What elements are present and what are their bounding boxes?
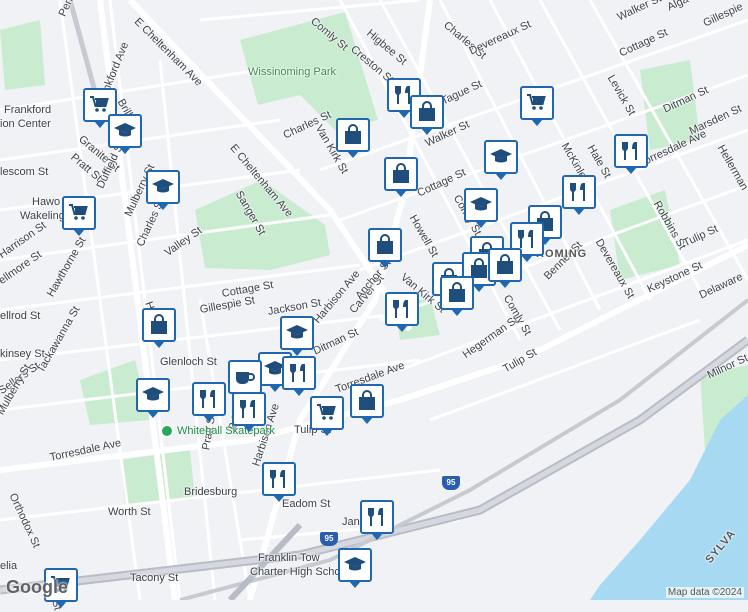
graduation-cap-icon[interactable] bbox=[136, 378, 170, 418]
graduation-cap-icon[interactable] bbox=[464, 188, 498, 228]
graduation-cap-icon[interactable] bbox=[484, 140, 518, 180]
skatepark-poi[interactable]: Whitehall Skatepark bbox=[160, 424, 275, 438]
shopping-bag-icon[interactable] bbox=[142, 308, 176, 348]
shopping-bag-icon[interactable] bbox=[488, 248, 522, 288]
shopping-bag-icon[interactable] bbox=[368, 228, 402, 268]
shopping-cart-icon[interactable] bbox=[62, 196, 96, 236]
park-dot-icon bbox=[160, 424, 174, 438]
google-logo: Google bbox=[6, 577, 68, 597]
restaurant-icon[interactable] bbox=[360, 500, 394, 540]
shopping-cart-icon[interactable] bbox=[520, 86, 554, 126]
restaurant-icon[interactable] bbox=[232, 392, 266, 432]
interstate-shield-icon: 95 bbox=[320, 532, 338, 546]
graduation-cap-icon[interactable] bbox=[108, 114, 142, 154]
skatepark-label: Whitehall Skatepark bbox=[177, 425, 275, 437]
shopping-bag-icon[interactable] bbox=[350, 384, 384, 424]
coffee-cup-icon[interactable] bbox=[228, 360, 262, 400]
map-attribution: Map data ©2024 bbox=[665, 587, 744, 598]
graduation-cap-icon[interactable] bbox=[280, 316, 314, 356]
interstate-shield-icon: 95 bbox=[442, 476, 460, 490]
shopping-bag-icon[interactable] bbox=[410, 95, 444, 135]
shopping-bag-icon[interactable] bbox=[384, 157, 418, 197]
restaurant-icon[interactable] bbox=[282, 356, 316, 396]
shopping-bag-icon[interactable] bbox=[336, 118, 370, 158]
graduation-cap-icon[interactable] bbox=[146, 170, 180, 210]
restaurant-icon[interactable] bbox=[614, 134, 648, 174]
shopping-bag-icon[interactable] bbox=[440, 276, 474, 316]
restaurant-icon[interactable] bbox=[562, 175, 596, 215]
restaurant-icon[interactable] bbox=[192, 382, 226, 422]
restaurant-icon[interactable] bbox=[262, 462, 296, 502]
restaurant-icon[interactable] bbox=[385, 292, 419, 332]
shopping-cart-icon[interactable] bbox=[310, 396, 344, 436]
graduation-cap-icon[interactable] bbox=[338, 548, 372, 588]
